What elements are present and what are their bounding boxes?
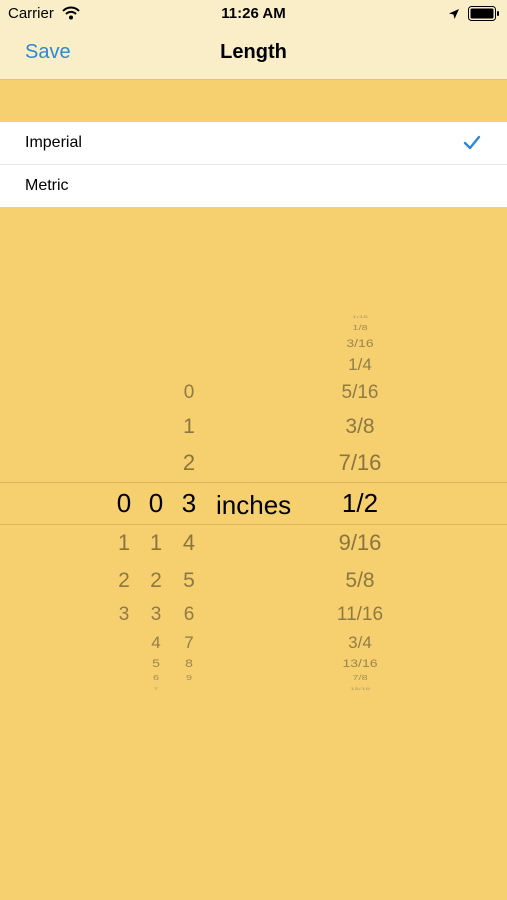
picker-fraction-option[interactable]: 3/16	[346, 337, 373, 348]
picker-digit-selected[interactable]: 0	[117, 490, 131, 516]
picker-unit-label: inches	[216, 490, 292, 520]
picker-fraction-option[interactable]: 11/16	[337, 605, 383, 624]
picker-fraction-option[interactable]: 1/16	[352, 315, 368, 319]
picker-digit-option[interactable]: 6	[153, 674, 159, 681]
picker-digit-selected[interactable]: 0	[149, 490, 163, 516]
picker-digit-option[interactable]: 0	[184, 383, 195, 402]
picker-digit-option[interactable]: 5	[152, 657, 160, 668]
unit-option-label: Metric	[25, 177, 69, 194]
unit-option-label: Imperial	[25, 134, 82, 151]
picker-digit-selected[interactable]: 3	[182, 490, 196, 516]
battery-icon	[468, 6, 500, 26]
unit-option-metric[interactable]: Metric	[0, 164, 507, 207]
picker-fraction-option[interactable]: 1/4	[348, 356, 372, 373]
save-button[interactable]: Save	[25, 41, 71, 64]
unit-option-imperial[interactable]: Imperial	[0, 122, 507, 164]
picker-digit-option[interactable]: 6	[184, 605, 195, 624]
clock: 11:26 AM	[221, 5, 286, 22]
picker-fraction-option[interactable]: 5/8	[345, 570, 374, 591]
picker-digit-option[interactable]: 4	[151, 634, 160, 651]
picker-digit-option[interactable]: 2	[183, 452, 195, 474]
picker-fraction-option[interactable]: 15/16	[350, 687, 370, 691]
picker-fraction-option[interactable]: 5/16	[342, 383, 379, 402]
picker-digit-option[interactable]: 7	[184, 634, 193, 651]
picker-digit-option[interactable]: 8	[185, 657, 193, 668]
picker-digit-option[interactable]: 3	[151, 605, 162, 624]
picker-fraction-option[interactable]: 9/16	[339, 532, 382, 554]
page-title: Length	[220, 41, 287, 63]
picker-digit-option[interactable]: 4	[183, 532, 195, 554]
checkmark-icon	[463, 135, 481, 155]
picker-digit-option[interactable]: 2	[118, 570, 130, 591]
picker-fraction-option[interactable]: 3/4	[348, 634, 372, 651]
picker-fraction-option[interactable]: 3/8	[345, 416, 374, 437]
picker-fraction-option[interactable]: 7/16	[339, 452, 382, 474]
picker-digit-option[interactable]: 2	[150, 570, 162, 591]
picker-digit-option[interactable]: 7	[154, 687, 158, 691]
navigation-bar: Save Length	[0, 28, 507, 80]
picker-fraction-option[interactable]: 7/8	[352, 674, 367, 681]
status-bar: Carrier 11:26 AM	[0, 0, 507, 28]
picker-digit-option[interactable]: 1	[150, 532, 162, 554]
picker-fraction-option[interactable]: 1/8	[352, 324, 367, 331]
location-arrow-icon	[448, 7, 460, 25]
picker-digit-option[interactable]: 1	[118, 532, 130, 554]
picker-digit-option[interactable]: 3	[119, 605, 130, 624]
picker-digit-option[interactable]: 9	[186, 674, 192, 681]
picker-digit-option[interactable]: 5	[183, 570, 195, 591]
picker-fraction-option[interactable]: 13/16	[342, 657, 377, 668]
picker-fraction-selected[interactable]: 1/2	[342, 490, 378, 516]
picker-digit-option[interactable]: 1	[183, 416, 195, 437]
unit-system-list: Imperial Metric	[0, 122, 507, 207]
